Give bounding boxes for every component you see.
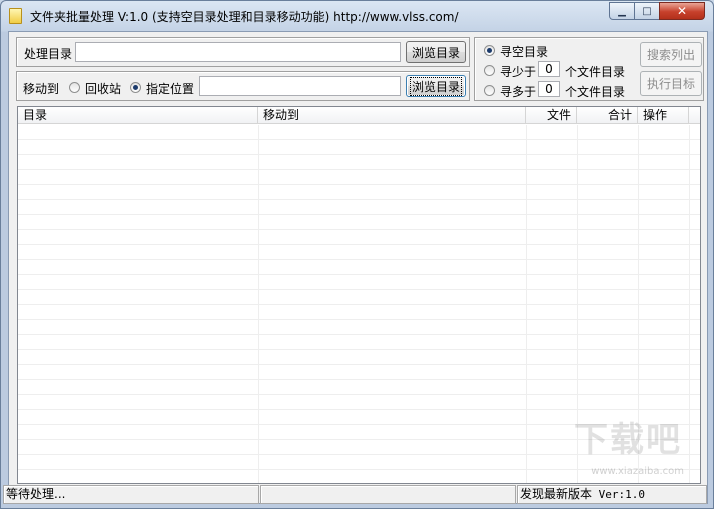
watermark-logo: 下载吧 [574,420,682,460]
execute-button[interactable]: 执行目标 [640,71,702,96]
column-divider [689,125,690,483]
version-label: Ver:1.0 [598,488,645,501]
update-panel[interactable]: 发现最新版本 Ver:1.0 [517,485,707,504]
column-header-files[interactable]: 文件 [526,107,577,124]
execute-label: 执行目标 [646,77,695,91]
browse-move-button[interactable]: 浏览目录 [406,75,466,97]
maximize-button[interactable]: □ [634,2,660,20]
search-list-label: 搜索列出 [646,48,695,62]
browse-source-button[interactable]: 浏览目录 [406,41,466,63]
folder-icon [9,8,22,24]
client-area: 处理目录 浏览目录 移动到 回收站 指定位置 浏览目录 寻空目录 寻少于 0 个… [3,31,708,504]
app-window: 文件夹批量处理 V:1.0 (支持空目录处理和目录移动功能) http://ww… [0,0,714,509]
less-than-suffix: 个文件目录 [565,65,626,79]
column-header-directory[interactable]: 目录 [18,107,258,124]
more-than-label[interactable]: 寻多于 [500,83,536,100]
column-header-move-to[interactable]: 移动到 [258,107,526,124]
column-divider [258,125,259,483]
watermark-url: www.xiazaiba.com [591,466,684,477]
browse-source-label: 浏览目录 [411,45,460,60]
more-than-count-input[interactable]: 0 [538,81,560,97]
location-radio[interactable] [130,82,141,93]
recycle-radio[interactable] [69,82,80,93]
title-bar[interactable]: 文件夹批量处理 V:1.0 (支持空目录处理和目录移动功能) http://ww… [1,1,713,31]
source-dir-input[interactable] [75,42,401,62]
list-header: 目录 移动到 文件 合计 操作 [18,107,700,124]
move-label: 移动到 [23,82,60,96]
less-than-label[interactable]: 寻少于 [500,63,536,80]
empty-dir-radio[interactable] [484,45,495,56]
close-button[interactable]: ✕ [659,2,705,20]
search-mode-group: 寻空目录 寻少于 0 个文件目录 寻多于 0 个文件目录 搜索列出 执行目标 [474,37,704,101]
location-label[interactable]: 指定位置 [146,80,194,97]
browse-move-label: 浏览目录 [409,76,462,96]
window-title: 文件夹批量处理 V:1.0 (支持空目录处理和目录移动功能) http://ww… [30,10,459,24]
search-list-button[interactable]: 搜索列出 [640,42,702,67]
column-header-total[interactable]: 合计 [577,107,638,124]
recycle-label[interactable]: 回收站 [85,80,121,97]
status-panel: 等待处理... [3,485,259,504]
update-label[interactable]: 发现最新版本 [520,487,592,501]
move-group: 移动到 回收站 指定位置 浏览目录 [16,71,470,101]
more-than-suffix: 个文件目录 [565,85,626,99]
column-divider [526,125,527,483]
source-group: 处理目录 浏览目录 [16,37,470,67]
status-text: 等待处理... [6,487,66,501]
column-header-action[interactable]: 操作 [638,107,689,124]
less-than-count-input[interactable]: 0 [538,61,560,77]
minimize-button[interactable]: ▁ [609,2,635,20]
source-label: 处理目录 [24,47,73,61]
more-than-radio[interactable] [484,85,495,96]
less-than-radio[interactable] [484,65,495,76]
results-list[interactable]: 目录 移动到 文件 合计 操作 下载吧 www.xiazaiba.com [17,106,701,484]
status-panel-middle [260,485,516,504]
move-dir-input[interactable] [199,76,401,96]
empty-dir-label[interactable]: 寻空目录 [500,43,548,60]
